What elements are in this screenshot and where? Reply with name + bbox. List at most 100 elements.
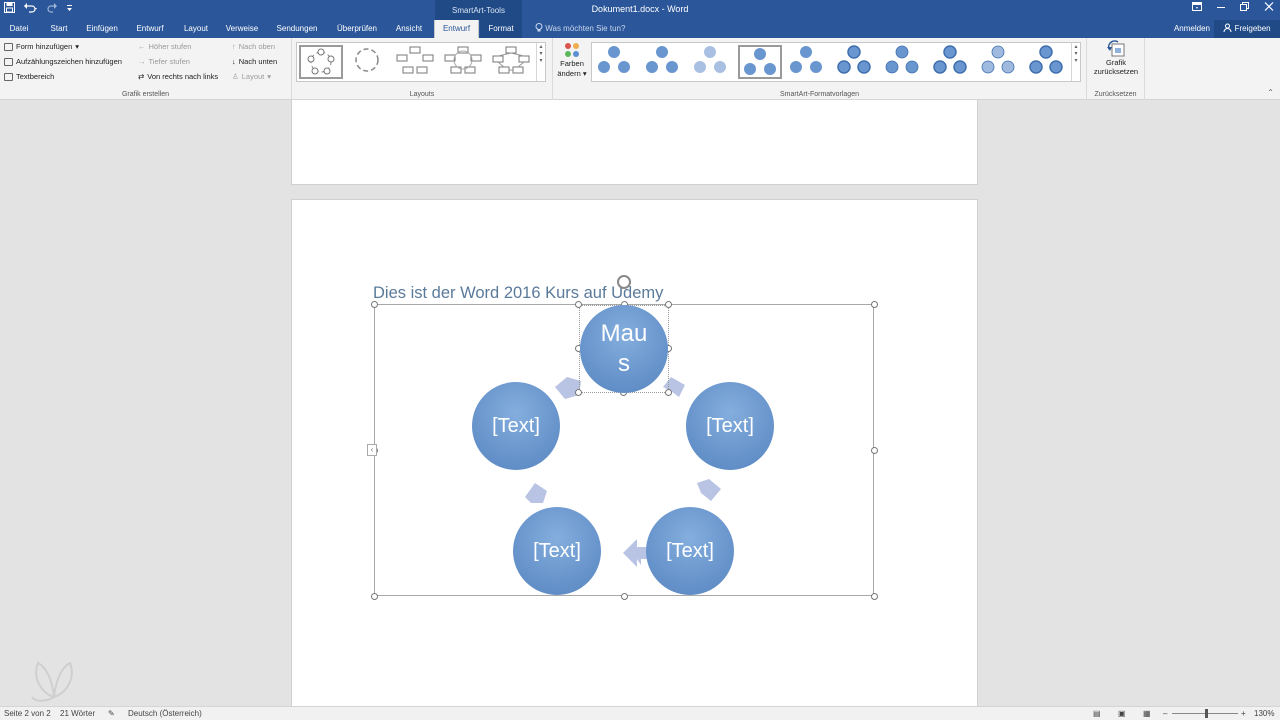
- restore-icon[interactable]: [1240, 2, 1250, 14]
- person-icon: [1223, 23, 1232, 33]
- group-label-smartart-styles: SmartArt-Formatvorlagen: [780, 91, 859, 98]
- style-option-5[interactable]: [786, 45, 830, 79]
- move-down-label: Nach unten: [238, 57, 278, 66]
- right-to-left-button[interactable]: ⇄ Von rechts nach links: [138, 72, 218, 81]
- reset-graphic-button[interactable]: Grafik zurücksetzen: [1091, 40, 1141, 76]
- promote-button[interactable]: ← Höher stufen: [138, 42, 191, 51]
- close-icon[interactable]: [1264, 2, 1274, 14]
- group-layouts: ▴ ▾ ▾ Layouts: [292, 38, 553, 100]
- arrow-right-icon: →: [138, 57, 146, 66]
- group-reset: Grafik zurücksetzen Zurücksetzen: [1087, 38, 1145, 100]
- minimize-icon[interactable]: [1216, 2, 1226, 14]
- print-layout-icon[interactable]: ▣: [1118, 709, 1126, 718]
- web-layout-icon[interactable]: ▦: [1143, 709, 1151, 718]
- add-bullet-label: Aufzählungszeichen hinzufügen: [16, 57, 122, 66]
- smartart-node-top[interactable]: Mau s: [580, 305, 668, 393]
- styles-gallery-scroll[interactable]: ▴ ▾ ▾: [1071, 43, 1080, 81]
- dropdown-icon: ▾: [267, 72, 272, 81]
- tab-verweise[interactable]: Verweise: [220, 20, 264, 38]
- group-label-layouts: Layouts: [409, 91, 435, 98]
- node-handle-nw[interactable]: [575, 301, 582, 308]
- page-1: [291, 100, 978, 185]
- reset-graphic-line1: Grafik: [1105, 58, 1126, 67]
- group-label-create-graphic: Grafik erstellen: [121, 91, 170, 98]
- tab-start[interactable]: Start: [42, 20, 76, 38]
- document-title: Dokument1.docx - Word: [591, 4, 689, 14]
- tab-smartart-entwurf[interactable]: Entwurf: [434, 20, 479, 38]
- title-bar: SmartArt-Tools Dokument1.docx - Word: [0, 0, 1280, 20]
- zoom-level[interactable]: 130%: [1254, 709, 1274, 718]
- smartart-node-left[interactable]: [Text]: [472, 382, 560, 470]
- style-option-10[interactable]: [1026, 45, 1070, 79]
- save-icon[interactable]: [4, 2, 15, 16]
- tab-smartart-format[interactable]: Format: [480, 20, 522, 38]
- move-up-button[interactable]: ↑ Nach oben: [232, 42, 275, 51]
- layout-option-basic-cycle[interactable]: [299, 45, 343, 79]
- tab-layout[interactable]: Layout: [176, 20, 216, 38]
- text-pane-icon: [4, 72, 13, 81]
- layout-option-nondirectional-cycle[interactable]: [491, 45, 535, 79]
- group-label-reset: Zurücksetzen: [1094, 91, 1137, 98]
- swap-arrows-icon: ⇄: [138, 72, 145, 81]
- smartart-node-bottom-right[interactable]: [Text]: [646, 507, 734, 595]
- page-2[interactable]: Dies ist der Word 2016 Kurs auf Udemy Ma…: [291, 199, 978, 706]
- group-create-graphic: Form hinzufügen ▾ Aufzählungszeichen hinz…: [0, 38, 292, 100]
- style-option-2[interactable]: [642, 45, 686, 79]
- tab-ansicht[interactable]: Ansicht: [388, 20, 430, 38]
- cycle-arrow-4: [525, 483, 547, 503]
- change-colors-button[interactable]: Farben ändern ▾: [557, 42, 587, 78]
- tab-datei[interactable]: Datei: [2, 20, 36, 38]
- tab-ueberpruefen[interactable]: Überprüfen: [330, 20, 384, 38]
- add-shape-button[interactable]: Form hinzufügen ▾: [4, 42, 79, 51]
- text-pane-toggle-icon[interactable]: ‹: [367, 444, 377, 456]
- node-handle-se[interactable]: [665, 389, 672, 396]
- layout-option-block-cycle[interactable]: [395, 45, 439, 79]
- layouts-gallery: ▴ ▾ ▾: [296, 42, 546, 82]
- move-down-button[interactable]: ↓ Nach unten: [232, 57, 277, 66]
- page-indicator[interactable]: Seite 2 von 2: [4, 709, 51, 718]
- redo-icon[interactable]: [47, 2, 58, 16]
- change-colors-line1: Farben: [560, 59, 584, 68]
- customize-qat-icon[interactable]: [66, 2, 73, 16]
- style-option-8[interactable]: [930, 45, 974, 79]
- layout-option-segmented-cycle[interactable]: [443, 45, 487, 79]
- node-handle-ne[interactable]: [665, 301, 672, 308]
- sign-in-link[interactable]: Anmelden: [1174, 20, 1210, 38]
- zoom-out-icon[interactable]: –: [1163, 709, 1167, 718]
- layout-option-text-cycle[interactable]: [347, 45, 391, 79]
- read-mode-icon[interactable]: ▤: [1093, 709, 1101, 718]
- style-option-3[interactable]: [690, 45, 734, 79]
- node-top-line1: Mau: [600, 320, 648, 347]
- smartart-node-bottom-left[interactable]: [Text]: [513, 507, 601, 595]
- tab-sendungen[interactable]: Sendungen: [268, 20, 326, 38]
- language-indicator[interactable]: Deutsch (Österreich): [128, 709, 202, 718]
- style-option-9[interactable]: [978, 45, 1022, 79]
- shape-icon: [4, 42, 13, 51]
- rotate-handle-icon[interactable]: [617, 275, 631, 289]
- node-handle-sw[interactable]: [575, 389, 582, 396]
- smartart-frame[interactable]: Mau s [Text] [Text] [Text] [Text]: [371, 275, 878, 600]
- layout-button[interactable]: ♙ Layout ▾: [232, 72, 271, 81]
- style-option-1[interactable]: [594, 45, 638, 79]
- ribbon-display-options-icon[interactable]: [1192, 2, 1202, 14]
- color-palette-icon: [565, 43, 579, 57]
- style-option-7[interactable]: [882, 45, 926, 79]
- text-pane-button[interactable]: Textbereich: [4, 72, 54, 81]
- zoom-in-icon[interactable]: +: [1241, 709, 1246, 718]
- word-count[interactable]: 21 Wörter: [60, 709, 95, 718]
- smartart-node-right[interactable]: [Text]: [686, 382, 774, 470]
- demote-button[interactable]: → Tiefer stufen: [138, 57, 190, 66]
- style-option-6[interactable]: [834, 45, 878, 79]
- tab-entwurf[interactable]: Entwurf: [128, 20, 172, 38]
- undo-icon[interactable]: [23, 2, 39, 16]
- add-bullet-button[interactable]: Aufzählungszeichen hinzufügen: [4, 57, 122, 66]
- collapse-ribbon-icon[interactable]: ⌃: [1267, 88, 1274, 97]
- zoom-slider-thumb[interactable]: [1205, 709, 1208, 718]
- layouts-gallery-scroll[interactable]: ▴ ▾ ▾: [536, 43, 545, 81]
- proofing-icon[interactable]: ✎: [108, 709, 115, 718]
- share-button[interactable]: Freigeben: [1214, 20, 1280, 38]
- tab-einfuegen[interactable]: Einfügen: [80, 20, 124, 38]
- style-option-4[interactable]: [738, 45, 782, 79]
- reset-graphic-icon: [1107, 40, 1125, 57]
- tell-me-box[interactable]: Was möchten Sie tun?: [535, 20, 625, 38]
